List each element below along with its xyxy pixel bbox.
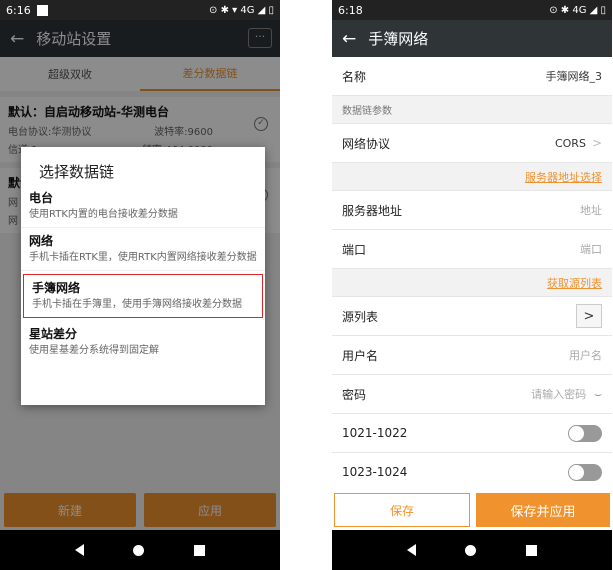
row-label: 服务器地址: [342, 203, 403, 218]
status-bar: 6:18 ⊙ ✱ 4G ◢ ▯: [332, 0, 612, 20]
nav-home-icon[interactable]: [133, 544, 145, 556]
protocol-row[interactable]: 网络协议 CORS >: [332, 124, 612, 163]
toggle-row-1021: 1021-1022: [332, 414, 612, 453]
back-arrow-icon[interactable]: ←: [342, 29, 356, 49]
nav-recents-icon[interactable]: [526, 544, 538, 556]
system-nav-bar: [332, 530, 612, 570]
option-title: 星站差分: [29, 327, 78, 341]
source-list-button[interactable]: >: [576, 304, 602, 328]
password-input[interactable]: 请输入密码: [531, 388, 586, 401]
status-bar: 6:16 ⊙ ✱ ▾ 4G ◢ ▯: [0, 0, 280, 20]
toggle-1023-1024[interactable]: [568, 463, 602, 481]
option-title: 网络: [29, 234, 54, 248]
password-row: 密码 请输入密码 ⌣: [332, 375, 612, 414]
clock: 6:18: [338, 3, 363, 17]
server-select-row: 服务器地址选择: [332, 163, 612, 191]
port-row: 端口 端口: [332, 230, 612, 269]
row-label: 端口: [342, 242, 367, 257]
port-input[interactable]: 端口: [580, 241, 602, 257]
toggle-row-1023: 1023-1024: [332, 453, 612, 492]
save-bar: 保存 保存并应用: [332, 490, 612, 530]
option-desc: 使用星基差分系统得到固定解: [29, 345, 159, 356]
option-network[interactable]: 网络 手机卡插在RTK里，使用RTK内置网络接收差分数据: [21, 228, 265, 271]
row-label: 用户名: [342, 348, 379, 363]
eye-closed-icon[interactable]: ⌣: [594, 387, 602, 401]
left-screen: 6:16 ⊙ ✱ ▾ 4G ◢ ▯ ← 移动站设置 ··· 超级双收 差分数据链…: [0, 0, 280, 570]
nav-home-icon[interactable]: [465, 544, 477, 556]
clock: 6:16: [6, 3, 31, 17]
option-desc: 手机卡插在手簿里，使用手簿网络接收差分数据: [32, 299, 242, 310]
username-input[interactable]: 用户名: [569, 347, 602, 363]
section-header: 数据链参数: [332, 96, 612, 124]
select-datalink-dialog: 选择数据链 电台 使用RTK内置的电台接收差分数据 网络 手机卡插在RTK里，使…: [21, 147, 265, 405]
source-row: 源列表 >: [332, 297, 612, 336]
row-label: 1021-1022: [342, 426, 408, 440]
option-handheld-network[interactable]: 手簿网络 手机卡插在手簿里，使用手簿网络接收差分数据: [23, 274, 263, 318]
nav-back-icon[interactable]: [74, 544, 84, 556]
save-button[interactable]: 保存: [334, 493, 470, 527]
server-row: 服务器地址 地址: [332, 191, 612, 230]
server-select-link[interactable]: 服务器地址选择: [525, 169, 602, 185]
notification-icon: [36, 5, 48, 16]
row-label: 名称: [342, 69, 367, 84]
get-source-link[interactable]: 获取源列表: [547, 275, 602, 291]
system-nav-bar: [0, 530, 280, 570]
option-desc: 手机卡插在RTK里，使用RTK内置网络接收差分数据: [29, 252, 257, 263]
nav-recents-icon[interactable]: [194, 544, 206, 556]
status-icons: ⊙ ✱ 4G ◢ ▯: [549, 4, 606, 16]
row-label: 1023-1024: [342, 465, 408, 479]
option-radio[interactable]: 电台 使用RTK内置的电台接收差分数据: [21, 185, 265, 228]
option-satellite-diff[interactable]: 星站差分 使用星基差分系统得到固定解: [21, 321, 265, 363]
app-bar: ← 手簿网络: [332, 20, 612, 57]
toggle-1021-1022[interactable]: [568, 424, 602, 442]
right-screen: 6:18 ⊙ ✱ 4G ◢ ▯ ← 手簿网络 名称 手簿网络_3 数据链参数 网…: [332, 0, 612, 570]
name-row[interactable]: 名称 手簿网络_3: [332, 57, 612, 96]
section-label: 数据链参数: [342, 106, 392, 117]
status-icons: ⊙ ✱ ▾ 4G ◢ ▯: [209, 4, 274, 16]
name-value: 手簿网络_3: [545, 70, 603, 83]
row-label: 网络协议: [342, 136, 391, 151]
option-desc: 使用RTK内置的电台接收差分数据: [29, 209, 178, 220]
settings-list: 名称 手簿网络_3 数据链参数 网络协议 CORS > 服务器地址选择 服务器地址…: [332, 57, 612, 492]
protocol-value: CORS: [554, 137, 586, 150]
get-source-row: 获取源列表: [332, 269, 612, 297]
save-apply-button[interactable]: 保存并应用: [476, 493, 610, 527]
nav-back-icon[interactable]: [406, 544, 416, 556]
page-title: 手簿网络: [368, 30, 429, 48]
row-label: 密码: [342, 387, 367, 402]
server-address-input[interactable]: 地址: [580, 202, 602, 218]
chevron-right-icon: >: [591, 136, 602, 150]
option-title: 手簿网络: [32, 281, 81, 295]
option-title: 电台: [29, 191, 54, 205]
dialog-title: 选择数据链: [39, 163, 115, 181]
username-row: 用户名 用户名: [332, 336, 612, 375]
row-label: 源列表: [342, 309, 379, 324]
